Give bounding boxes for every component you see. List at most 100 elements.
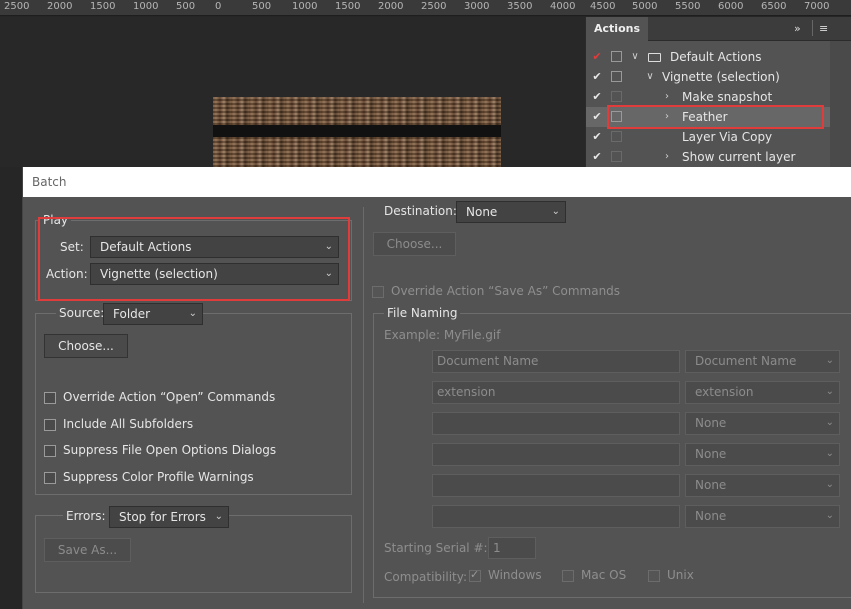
suppress-open-options-checkbox[interactable] <box>44 445 56 457</box>
action-step-layer-via-copy[interactable]: ✔ Layer Via Copy <box>586 127 830 147</box>
naming-select-6[interactable]: None ⌄ <box>685 505 840 528</box>
checkmark-icon[interactable]: ✔ <box>591 107 603 127</box>
naming-select-value: None <box>695 416 727 430</box>
actions-scrollbar[interactable] <box>830 41 851 167</box>
file-naming-example: Example: MyFile.gif <box>384 328 501 342</box>
chevron-right-icon[interactable]: › <box>663 87 671 107</box>
include-subfolders-label: Include All Subfolders <box>63 417 194 431</box>
ruler-label: 1000 <box>292 1 318 12</box>
override-open-checkbox[interactable] <box>44 392 56 404</box>
override-save-as-label: Override Action “Save As” Commands <box>391 284 621 298</box>
folder-icon <box>648 53 661 62</box>
ruler-label: 0 <box>215 1 222 12</box>
action-vignette-selection[interactable]: ✔ ∨ Vignette (selection) <box>586 67 830 87</box>
save-as-button[interactable]: Save As... <box>44 538 131 562</box>
source-dropdown[interactable]: Folder ⌄ <box>103 303 203 325</box>
chevron-down-icon: ⌄ <box>825 417 834 428</box>
header-divider <box>812 20 813 36</box>
source-dropdown-value: Folder <box>113 307 151 321</box>
macos-label: Mac OS <box>581 568 627 582</box>
ruler-label: 5000 <box>632 1 658 12</box>
column-divider <box>363 207 364 603</box>
naming-select-1[interactable]: Document Name ⌄ <box>685 350 840 373</box>
ruler-label: 4500 <box>590 1 616 12</box>
actions-panel: Actions » ≡ ✔ ∨ Default Actions ✔ ∨ Vign… <box>585 17 851 167</box>
ruler-label: 2000 <box>378 1 404 12</box>
macos-checkbox[interactable] <box>562 570 574 582</box>
dialog-title-bar[interactable]: Batch <box>23 167 851 197</box>
action-row-label: Default Actions <box>670 50 762 64</box>
chevron-down-icon: ⌄ <box>188 308 197 319</box>
ruler-label: 500 <box>176 1 196 12</box>
file-naming-legend: File Naming <box>384 306 461 320</box>
ruler-label: 3000 <box>464 1 490 12</box>
source-choose-button[interactable]: Choose... <box>44 334 128 358</box>
chevron-down-icon: ⌄ <box>825 355 834 366</box>
destination-dropdown[interactable]: None ⌄ <box>456 201 566 223</box>
windows-label: Windows <box>488 568 542 582</box>
dialog-toggle-icon[interactable] <box>611 151 622 162</box>
naming-select-value: extension <box>695 385 754 399</box>
starting-serial-input[interactable]: 1 <box>488 537 536 559</box>
destination-choose-button[interactable]: Choose... <box>373 232 456 256</box>
errors-dropdown[interactable]: Stop for Errors ⌄ <box>109 506 229 528</box>
chevron-down-icon[interactable]: ∨ <box>631 47 639 67</box>
naming-field-1[interactable]: Document Name <box>432 350 680 373</box>
chevron-right-icon[interactable]: › <box>663 147 671 167</box>
suppress-open-options-label: Suppress File Open Options Dialogs <box>63 443 277 457</box>
rust-texture-strip <box>213 137 501 167</box>
checkmark-icon[interactable]: ✔ <box>591 47 603 67</box>
naming-field-3[interactable] <box>432 412 680 435</box>
ruler-label: 4000 <box>550 1 576 12</box>
action-step-make-snapshot[interactable]: ✔ › Make snapshot <box>586 87 830 107</box>
ruler-label: 7000 <box>804 1 830 12</box>
unix-checkbox[interactable] <box>648 570 660 582</box>
checkmark-icon[interactable]: ✔ <box>591 87 603 107</box>
naming-select-value: None <box>695 447 727 461</box>
tab-actions[interactable]: Actions <box>586 17 648 41</box>
feather-highlight-box <box>607 105 824 129</box>
document-image <box>213 97 501 167</box>
naming-field-4[interactable] <box>432 443 680 466</box>
include-subfolders-checkbox[interactable] <box>44 419 56 431</box>
checkmark-icon[interactable]: ✔ <box>591 127 603 147</box>
dialog-toggle-icon[interactable] <box>611 51 622 62</box>
suppress-color-profile-label: Suppress Color Profile Warnings <box>63 470 254 484</box>
windows-checkbox[interactable] <box>469 568 481 582</box>
ruler-label: 1500 <box>90 1 116 12</box>
dialog-toggle-icon[interactable] <box>611 131 622 142</box>
chevron-down-icon: ⌄ <box>825 386 834 397</box>
action-step-show-current-layer[interactable]: ✔ › Show current layer <box>586 147 830 167</box>
compatibility-label: Compatibility: <box>384 570 468 584</box>
chevron-down-icon: ⌄ <box>825 448 834 459</box>
horizontal-ruler: 2500 2000 1500 1000 500 0 500 1000 1500 … <box>0 0 851 16</box>
ruler-label: 2500 <box>4 1 30 12</box>
action-row-label: Vignette (selection) <box>662 70 780 84</box>
dialog-toggle-icon[interactable] <box>611 91 622 102</box>
naming-select-value: Document Name <box>695 354 797 368</box>
naming-select-3[interactable]: None ⌄ <box>685 412 840 435</box>
rust-texture-strip <box>213 97 501 125</box>
chevron-down-icon[interactable]: ∨ <box>646 67 654 87</box>
naming-field-5[interactable] <box>432 474 680 497</box>
naming-select-2[interactable]: extension ⌄ <box>685 381 840 404</box>
naming-select-5[interactable]: None ⌄ <box>685 474 840 497</box>
checkmark-icon[interactable]: ✔ <box>591 67 603 87</box>
naming-field-6[interactable] <box>432 505 680 528</box>
destination-label: Destination: <box>384 204 457 218</box>
checkmark-icon[interactable]: ✔ <box>591 147 603 167</box>
naming-select-value: None <box>695 509 727 523</box>
override-save-as-checkbox[interactable] <box>372 286 384 298</box>
hamburger-menu-icon[interactable]: ≡ <box>819 22 828 35</box>
ruler-label: 6500 <box>761 1 787 12</box>
naming-select-4[interactable]: None ⌄ <box>685 443 840 466</box>
source-label: Source: <box>56 306 108 320</box>
override-open-label: Override Action “Open” Commands <box>63 390 276 404</box>
naming-field-2[interactable]: extension <box>432 381 680 404</box>
double-chevron-right-icon[interactable]: » <box>794 22 801 35</box>
action-set-default-actions[interactable]: ✔ ∨ Default Actions <box>586 47 830 67</box>
chevron-down-icon: ⌄ <box>551 206 560 217</box>
suppress-color-profile-checkbox[interactable] <box>44 472 56 484</box>
dialog-toggle-icon[interactable] <box>611 71 622 82</box>
play-highlight-box <box>38 217 350 301</box>
